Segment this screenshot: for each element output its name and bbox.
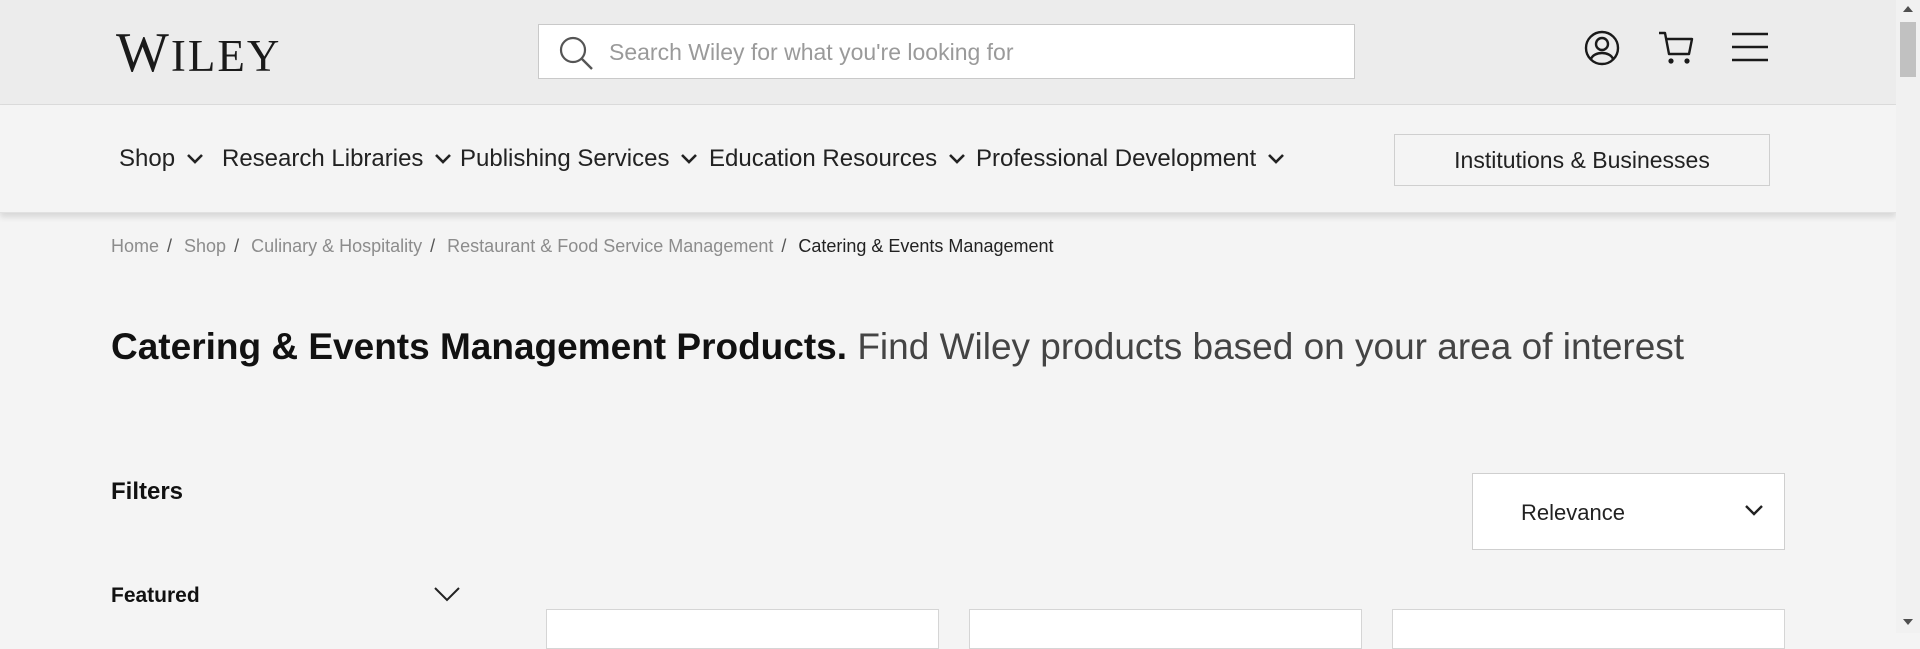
breadcrumb-separator: /	[781, 236, 787, 256]
wiley-logo[interactable]: WILEY	[116, 22, 281, 87]
nav-item-label: Shop	[119, 145, 176, 172]
cart-icon[interactable]	[1657, 30, 1695, 66]
nav-item-label: Education Resources	[709, 145, 938, 172]
search-icon[interactable]	[558, 35, 594, 71]
nav-item-label: Professional Development	[976, 145, 1257, 172]
scroll-up-arrow-icon[interactable]	[1903, 5, 1913, 12]
nav-item-shop[interactable]: Shop	[119, 145, 203, 173]
chevron-down-icon	[949, 154, 966, 164]
scroll-down-arrow-icon[interactable]	[1903, 619, 1913, 626]
product-card[interactable]	[969, 609, 1362, 649]
breadcrumb-separator: /	[430, 236, 436, 256]
chevron-down-icon	[187, 154, 203, 164]
nav-item-education-resources[interactable]: Education Resources	[709, 145, 966, 173]
nav-item-research-libraries[interactable]: Research Libraries	[222, 145, 452, 173]
breadcrumb-restaurant-food-service[interactable]: Restaurant & Food Service Management	[447, 236, 773, 257]
nav-item-professional-development[interactable]: Professional Development	[976, 145, 1285, 173]
nav-item-label: Research Libraries	[222, 145, 424, 172]
breadcrumb-shop[interactable]: Shop	[184, 236, 226, 257]
sort-selected-value: Relevance	[1521, 500, 1625, 525]
institutions-businesses-button[interactable]: Institutions & Businesses	[1394, 134, 1770, 186]
breadcrumb-current: Catering & Events Management	[798, 236, 1054, 256]
nav-item-publishing-services[interactable]: Publishing Services	[460, 145, 698, 173]
sort-select[interactable]: Relevance	[1472, 473, 1785, 550]
page-scrollbar[interactable]	[1896, 0, 1920, 633]
product-card[interactable]	[1392, 609, 1785, 649]
breadcrumb: Home / Shop / Culinary & Hospitality / R…	[111, 236, 1054, 257]
logo-text: WILEY	[116, 22, 282, 84]
scrollbar-thumb[interactable]	[1900, 22, 1916, 77]
main-nav: Shop Research Libraries Publishing Servi…	[0, 105, 1896, 213]
product-card[interactable]	[546, 609, 939, 649]
breadcrumb-separator: /	[167, 236, 173, 256]
site-header: WILEY	[0, 0, 1896, 105]
search-box[interactable]	[538, 24, 1355, 80]
page-title-subtitle: Find Wiley products based on your area o…	[857, 326, 1685, 367]
filters-heading: Filters	[111, 478, 184, 505]
filter-featured-label[interactable]: Featured	[111, 584, 200, 608]
chevron-down-icon[interactable]	[434, 586, 460, 602]
page-title: Catering & Events Management Products. F…	[111, 326, 1684, 368]
breadcrumb-home[interactable]: Home	[111, 236, 159, 257]
chevron-down-icon	[1745, 505, 1763, 516]
breadcrumb-separator: /	[234, 236, 240, 256]
breadcrumb-culinary-hospitality[interactable]: Culinary & Hospitality	[251, 236, 422, 257]
page-title-main: Catering & Events Management Products.	[111, 326, 848, 367]
nav-item-label: Publishing Services	[460, 145, 670, 172]
chevron-down-icon	[435, 154, 452, 164]
search-input[interactable]	[607, 25, 1331, 80]
chevron-down-icon	[1268, 154, 1285, 164]
chevron-down-icon	[681, 154, 698, 164]
account-icon[interactable]	[1584, 30, 1620, 66]
menu-icon[interactable]	[1731, 30, 1769, 64]
